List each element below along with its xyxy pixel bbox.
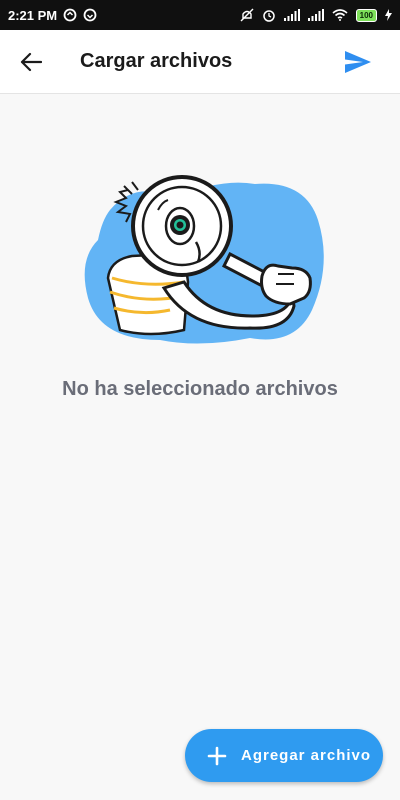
plus-icon — [207, 746, 227, 766]
send-icon — [345, 51, 371, 73]
charging-icon — [385, 9, 392, 21]
empty-state-message: No ha seleccionado archivos — [62, 378, 338, 400]
signal-icon-2 — [307, 9, 324, 21]
status-time: 2:21 PM — [8, 7, 58, 23]
sync-icon-2 — [83, 8, 97, 22]
wifi-icon — [332, 9, 348, 21]
app-bar: Cargar archivos — [0, 30, 400, 94]
page-title: Cargar archivos — [80, 50, 233, 72]
alarm-icon — [262, 8, 276, 22]
empty-state-illustration — [80, 170, 330, 350]
battery-icon: 100 — [355, 8, 377, 22]
mute-icon — [240, 8, 254, 22]
arrow-left-icon — [20, 52, 42, 72]
signal-icon — [283, 9, 300, 21]
add-file-button[interactable]: Agregar archivo — [185, 729, 383, 782]
sync-icon — [63, 8, 77, 22]
send-button[interactable] — [342, 47, 374, 77]
status-bar: 2:21 PM 100 — [0, 0, 400, 30]
back-button[interactable] — [16, 47, 46, 77]
add-file-label: Agregar archivo — [241, 747, 372, 764]
